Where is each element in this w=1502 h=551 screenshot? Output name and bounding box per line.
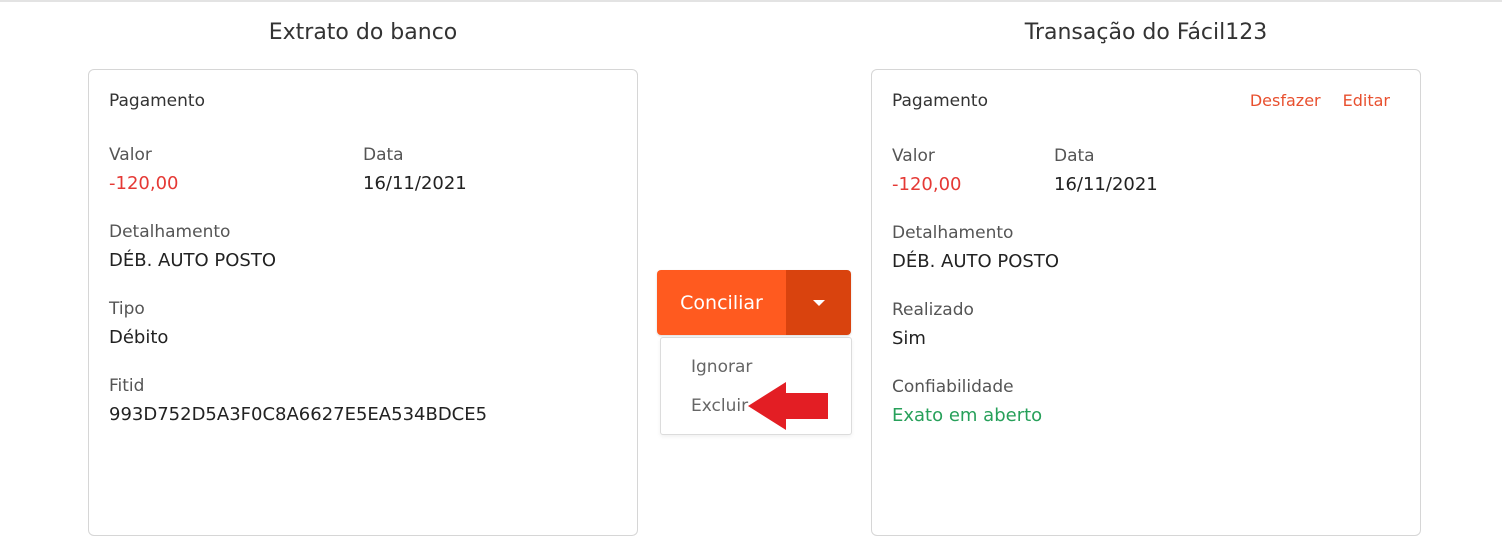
bank-fitid-value: 993D752D5A3F0C8A6627E5EA534BDCE5 bbox=[109, 404, 488, 425]
conciliar-split-button: Conciliar bbox=[657, 270, 851, 335]
app-valor-label: Valor bbox=[892, 146, 935, 166]
app-realizado-label: Realizado bbox=[892, 300, 974, 320]
bank-card-title: Pagamento bbox=[109, 91, 205, 111]
menu-item-excluir[interactable]: Excluir bbox=[691, 396, 748, 416]
app-detalhamento-field: Detalhamento DÉB. AUTO POSTO bbox=[892, 223, 1059, 273]
bank-data-field: Data 16/11/2021 bbox=[363, 145, 467, 195]
app-data-value: 16/11/2021 bbox=[1054, 174, 1158, 195]
app-confiabilidade-value: Exato em aberto bbox=[892, 405, 1043, 426]
card-actions: Desfazer Editar bbox=[1250, 91, 1390, 110]
chevron-down-icon bbox=[812, 299, 825, 306]
app-valor-value: -120,00 bbox=[892, 174, 962, 195]
bank-valor-label: Valor bbox=[109, 145, 152, 165]
bank-data-label: Data bbox=[363, 145, 404, 165]
bank-tipo-value: Débito bbox=[109, 327, 169, 348]
app-realizado-field: Realizado Sim bbox=[892, 300, 974, 350]
bank-statement-card: Pagamento Valor -120,00 Data 16/11/2021 … bbox=[88, 69, 638, 536]
top-divider bbox=[0, 0, 1502, 2]
app-card-title: Pagamento bbox=[892, 91, 988, 111]
app-confiabilidade-field: Confiabilidade Exato em aberto bbox=[892, 377, 1042, 427]
app-detalhamento-value: DÉB. AUTO POSTO bbox=[892, 251, 1060, 272]
bank-detalhamento-value: DÉB. AUTO POSTO bbox=[109, 250, 277, 271]
bank-fitid-label: Fitid bbox=[109, 376, 145, 396]
undo-link[interactable]: Desfazer bbox=[1250, 91, 1321, 110]
bank-detalhamento-field: Detalhamento DÉB. AUTO POSTO bbox=[109, 222, 276, 272]
app-data-label: Data bbox=[1054, 146, 1095, 166]
bank-fitid-field: Fitid 993D752D5A3F0C8A6627E5EA534BDCE5 bbox=[109, 376, 487, 426]
app-detalhamento-label: Detalhamento bbox=[892, 223, 1014, 243]
app-confiabilidade-label: Confiabilidade bbox=[892, 377, 1014, 397]
bank-valor-field: Valor -120,00 bbox=[109, 145, 178, 195]
bank-tipo-label: Tipo bbox=[109, 299, 145, 319]
bank-valor-value: -120,00 bbox=[109, 173, 179, 194]
app-transaction-card: Pagamento Desfazer Editar Valor -120,00 … bbox=[871, 69, 1421, 536]
app-valor-field: Valor -120,00 bbox=[892, 146, 961, 196]
menu-item-ignorar[interactable]: Ignorar bbox=[691, 357, 752, 377]
app-realizado-value: Sim bbox=[892, 328, 926, 349]
edit-link[interactable]: Editar bbox=[1343, 91, 1390, 110]
conciliar-button[interactable]: Conciliar bbox=[657, 270, 786, 335]
app-data-field: Data 16/11/2021 bbox=[1054, 146, 1158, 196]
bank-detalhamento-label: Detalhamento bbox=[109, 222, 231, 242]
app-transaction-heading: Transação do Fácil123 bbox=[1024, 20, 1268, 45]
conciliar-dropdown-toggle[interactable] bbox=[786, 270, 851, 335]
bank-data-value: 16/11/2021 bbox=[363, 173, 467, 194]
red-arrow-left-icon bbox=[748, 382, 828, 430]
bank-statement-heading: Extrato do banco bbox=[268, 20, 458, 45]
bank-tipo-field: Tipo Débito bbox=[109, 299, 168, 349]
